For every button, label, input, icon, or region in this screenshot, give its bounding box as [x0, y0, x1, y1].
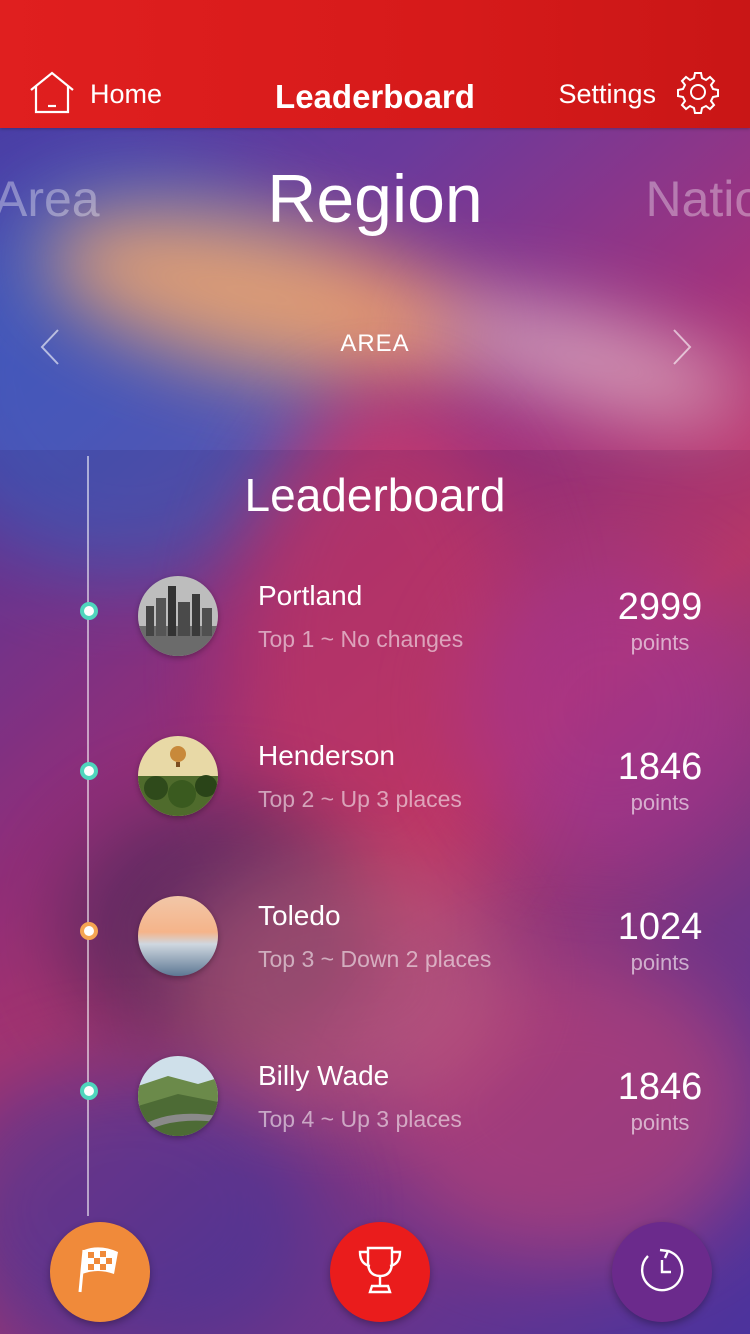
- entry-name: Billy Wade: [258, 1060, 390, 1091]
- timer-icon: [638, 1246, 686, 1298]
- timeline-dot: [80, 602, 98, 620]
- leaderboard-panel: Leaderboard Portland Top 1 ~ No changes …: [0, 450, 750, 1334]
- entry-score: 1846: [617, 1066, 703, 1108]
- entry-name: Henderson: [258, 740, 395, 771]
- entry-score-unit: points: [630, 630, 690, 655]
- entry-status: Top 3 ~ Down 2 places: [258, 946, 492, 972]
- gear-icon: [676, 70, 720, 118]
- list-item[interactable]: Henderson Top 2 ~ Up 3 places 1846 point…: [0, 736, 750, 828]
- trophy-icon: [356, 1244, 404, 1300]
- entry-name: Portland: [258, 580, 363, 611]
- entry-score: 1846: [617, 746, 703, 788]
- entry-score-unit: points: [630, 790, 690, 815]
- timeline-dot: [80, 762, 98, 780]
- top-bar: Home Leaderboard Settings: [0, 0, 750, 128]
- entry-status: Top 1 ~ No changes: [258, 626, 464, 652]
- scope-label: AREA: [340, 330, 410, 357]
- avatar: [138, 576, 218, 656]
- flag-icon: [76, 1244, 124, 1300]
- list-item[interactable]: Toledo Top 3 ~ Down 2 places 1024 points: [0, 896, 750, 988]
- entry-score-unit: points: [630, 1110, 690, 1135]
- list-item[interactable]: Billy Wade Top 4 ~ Up 3 places 1846 poin…: [0, 1056, 750, 1148]
- list-item[interactable]: Portland Top 1 ~ No changes 2999 points: [0, 576, 750, 668]
- history-button[interactable]: [612, 1222, 712, 1322]
- settings-button[interactable]: Settings: [558, 70, 720, 118]
- chevron-right-icon[interactable]: [668, 328, 694, 366]
- tab-nation[interactable]: Nation: [645, 170, 750, 228]
- avatar: [138, 1056, 218, 1136]
- entry-score: 1024: [617, 906, 703, 948]
- entry-score-unit: points: [630, 950, 690, 975]
- avatar: [138, 736, 218, 816]
- races-button[interactable]: [50, 1222, 150, 1322]
- leaderboard-nav-button[interactable]: [330, 1222, 430, 1322]
- entry-score: 2999: [617, 586, 703, 628]
- settings-label: Settings: [558, 78, 656, 109]
- avatar: [138, 896, 218, 976]
- tab-region[interactable]: Region: [0, 160, 750, 238]
- timeline-dot: [80, 922, 98, 940]
- entry-status: Top 2 ~ Up 3 places: [258, 786, 462, 812]
- timeline-dot: [80, 1082, 98, 1100]
- entry-status: Top 4 ~ Up 3 places: [258, 1106, 462, 1132]
- entry-name: Toledo: [258, 900, 341, 931]
- leaderboard-title: Leaderboard: [244, 469, 506, 521]
- region-carousel[interactable]: Area Region Nation AREA: [0, 128, 750, 450]
